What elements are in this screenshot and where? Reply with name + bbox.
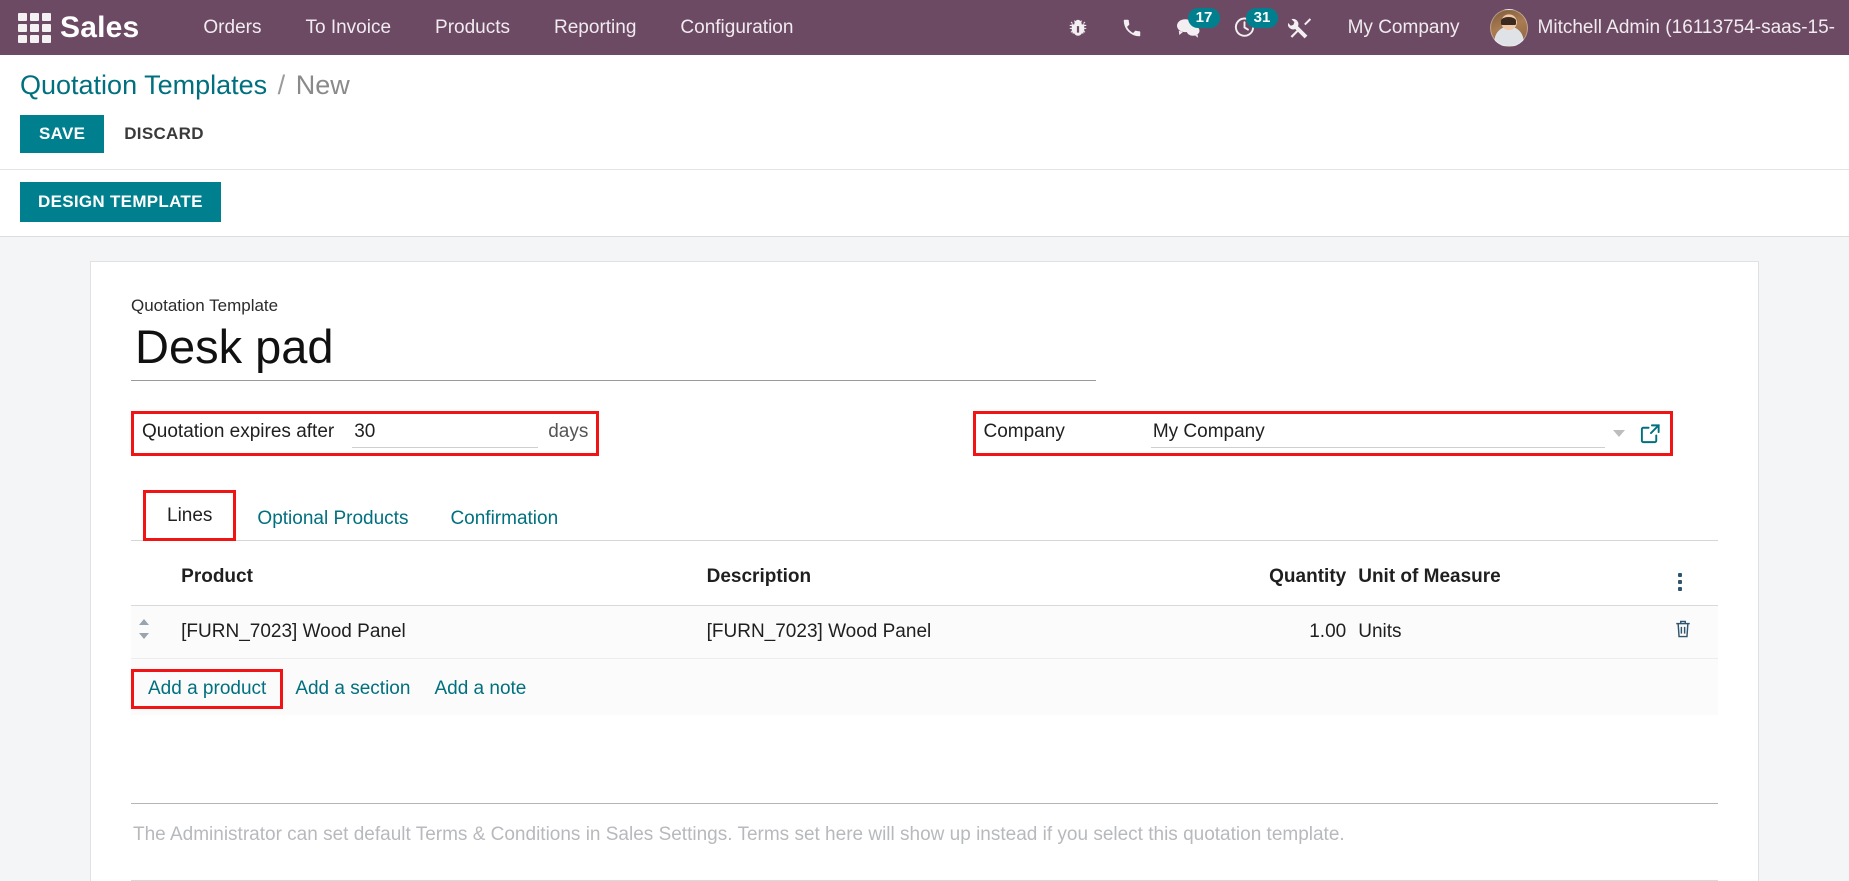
cell-quantity[interactable]: 1.00 [1226,605,1353,659]
company-switcher[interactable]: My Company [1328,17,1480,39]
terms-and-conditions-area: The Administrator can set default Terms … [131,802,1718,881]
messages-badge: 17 [1187,8,1221,29]
handle-column-header [131,550,176,606]
form-group-right: Company [925,410,1719,456]
days-unit-label: days [548,420,589,442]
discard-button[interactable]: DISCARD [110,115,218,153]
add-line-links: Add a product Add a section Add a note [131,658,1718,715]
menu-item-configuration[interactable]: Configuration [658,1,815,55]
tab-lines[interactable]: Lines [146,492,234,538]
form-group-left: Quotation expires after days [131,410,925,456]
column-header-description: Description [700,550,1227,606]
column-header-product: Product [175,550,701,606]
menu-item-orders[interactable]: Orders [181,1,283,55]
column-header-quantity: Quantity [1226,550,1353,606]
menu-item-reporting[interactable]: Reporting [532,1,658,55]
stat-button-bar: DESIGN TEMPLATE [0,169,1849,237]
terms-placeholder-text[interactable]: The Administrator can set default Terms … [131,820,1718,881]
table-header-row: Product Description Quantity Unit of Mea… [131,550,1718,606]
drag-handle-icon[interactable] [137,618,151,642]
app-brand-sales[interactable]: Sales [60,12,139,43]
company-input[interactable] [1150,418,1605,448]
cell-product[interactable]: [FURN_7023] Wood Panel [175,605,701,659]
add-a-product-link[interactable]: Add a product [136,672,278,706]
optional-columns-header [1667,550,1718,606]
add-a-product-highlight-box: Add a product [131,668,284,709]
column-header-unit-of-measure: Unit of Measure [1352,550,1668,606]
vertical-dots-icon[interactable] [1674,571,1686,593]
activities-clock-icon[interactable]: 31 [1217,0,1279,55]
cell-unit-of-measure[interactable]: Units [1352,605,1668,659]
tools-icon[interactable] [1272,0,1328,55]
avatar [1489,8,1528,47]
control-panel: Quotation Templates / New SAVE DISCARD [0,55,1849,170]
save-button[interactable]: SAVE [20,114,105,153]
user-menu[interactable]: Mitchell Admin (16113754-saas-15- [1480,8,1835,47]
row-delete-cell [1667,605,1718,659]
notebook-tabs: Lines Optional Products Confirmation [131,489,1718,541]
breadcrumb-separator: / [277,70,286,100]
row-drag-handle-cell [131,605,176,659]
expiration-highlight-box: Quotation expires after days [131,410,600,456]
quotation-template-name-input[interactable] [131,319,1096,381]
cell-description[interactable]: [FURN_7023] Wood Panel [700,605,1227,659]
quotation-expires-after-label: Quotation expires after [142,420,335,442]
tab-confirmation[interactable]: Confirmation [429,496,579,541]
lines-table-head: Product Description Quantity Unit of Mea… [131,550,1718,606]
chevron-down-icon[interactable] [1612,429,1625,437]
order-lines-table: Product Description Quantity Unit of Mea… [131,550,1718,659]
tab-optional-products[interactable]: Optional Products [236,496,429,541]
phone-icon[interactable] [1105,0,1159,55]
tab-lines-highlight-box: Lines [143,489,237,541]
breadcrumb-item-new: New [295,70,350,100]
messages-icon[interactable]: 17 [1159,0,1221,55]
top-navbar: Sales Orders To Invoice Products Reporti… [0,0,1849,55]
apps-grid-icon[interactable] [18,12,52,43]
design-template-button[interactable]: DESIGN TEMPLATE [20,181,221,222]
add-a-section-link[interactable]: Add a section [283,672,422,706]
menu-item-to-invoice[interactable]: To Invoice [283,1,413,55]
form-view-background: Quotation Template Quotation expires aft… [0,236,1849,881]
main-menu: Orders To Invoice Products Reporting Con… [181,1,815,55]
menu-item-products[interactable]: Products [413,1,532,55]
add-a-note-link[interactable]: Add a note [422,672,538,706]
company-highlight-box: Company [972,410,1673,456]
quotation-template-label: Quotation Template [131,295,279,315]
bug-icon[interactable] [1051,0,1105,55]
validity-days-input[interactable] [352,418,539,448]
breadcrumb-item-quotation-templates[interactable]: Quotation Templates [20,70,267,100]
breadcrumb: Quotation Templates / New [0,69,1849,103]
form-field-groups: Quotation expires after days Company [131,410,1719,456]
user-name-label: Mitchell Admin (16113754-saas-15- [1537,16,1835,38]
external-link-icon[interactable] [1639,422,1662,445]
form-sheet: Quotation Template Quotation expires aft… [90,260,1759,881]
trash-icon[interactable] [1674,619,1692,639]
company-label: Company [983,420,1065,442]
record-action-buttons: SAVE DISCARD [0,103,1849,163]
table-row[interactable]: [FURN_7023] Wood Panel [FURN_7023] Wood … [131,605,1718,659]
company-field: Company [983,418,1662,448]
navbar-systray: 17 31 My Company Mitchell Admin (1611375… [1051,0,1835,55]
notebook: Lines Optional Products Confirmation Pro… [131,489,1718,881]
quotation-expires-after-field: Quotation expires after days [142,418,589,448]
lines-table-body: [FURN_7023] Wood Panel [FURN_7023] Wood … [131,605,1718,659]
